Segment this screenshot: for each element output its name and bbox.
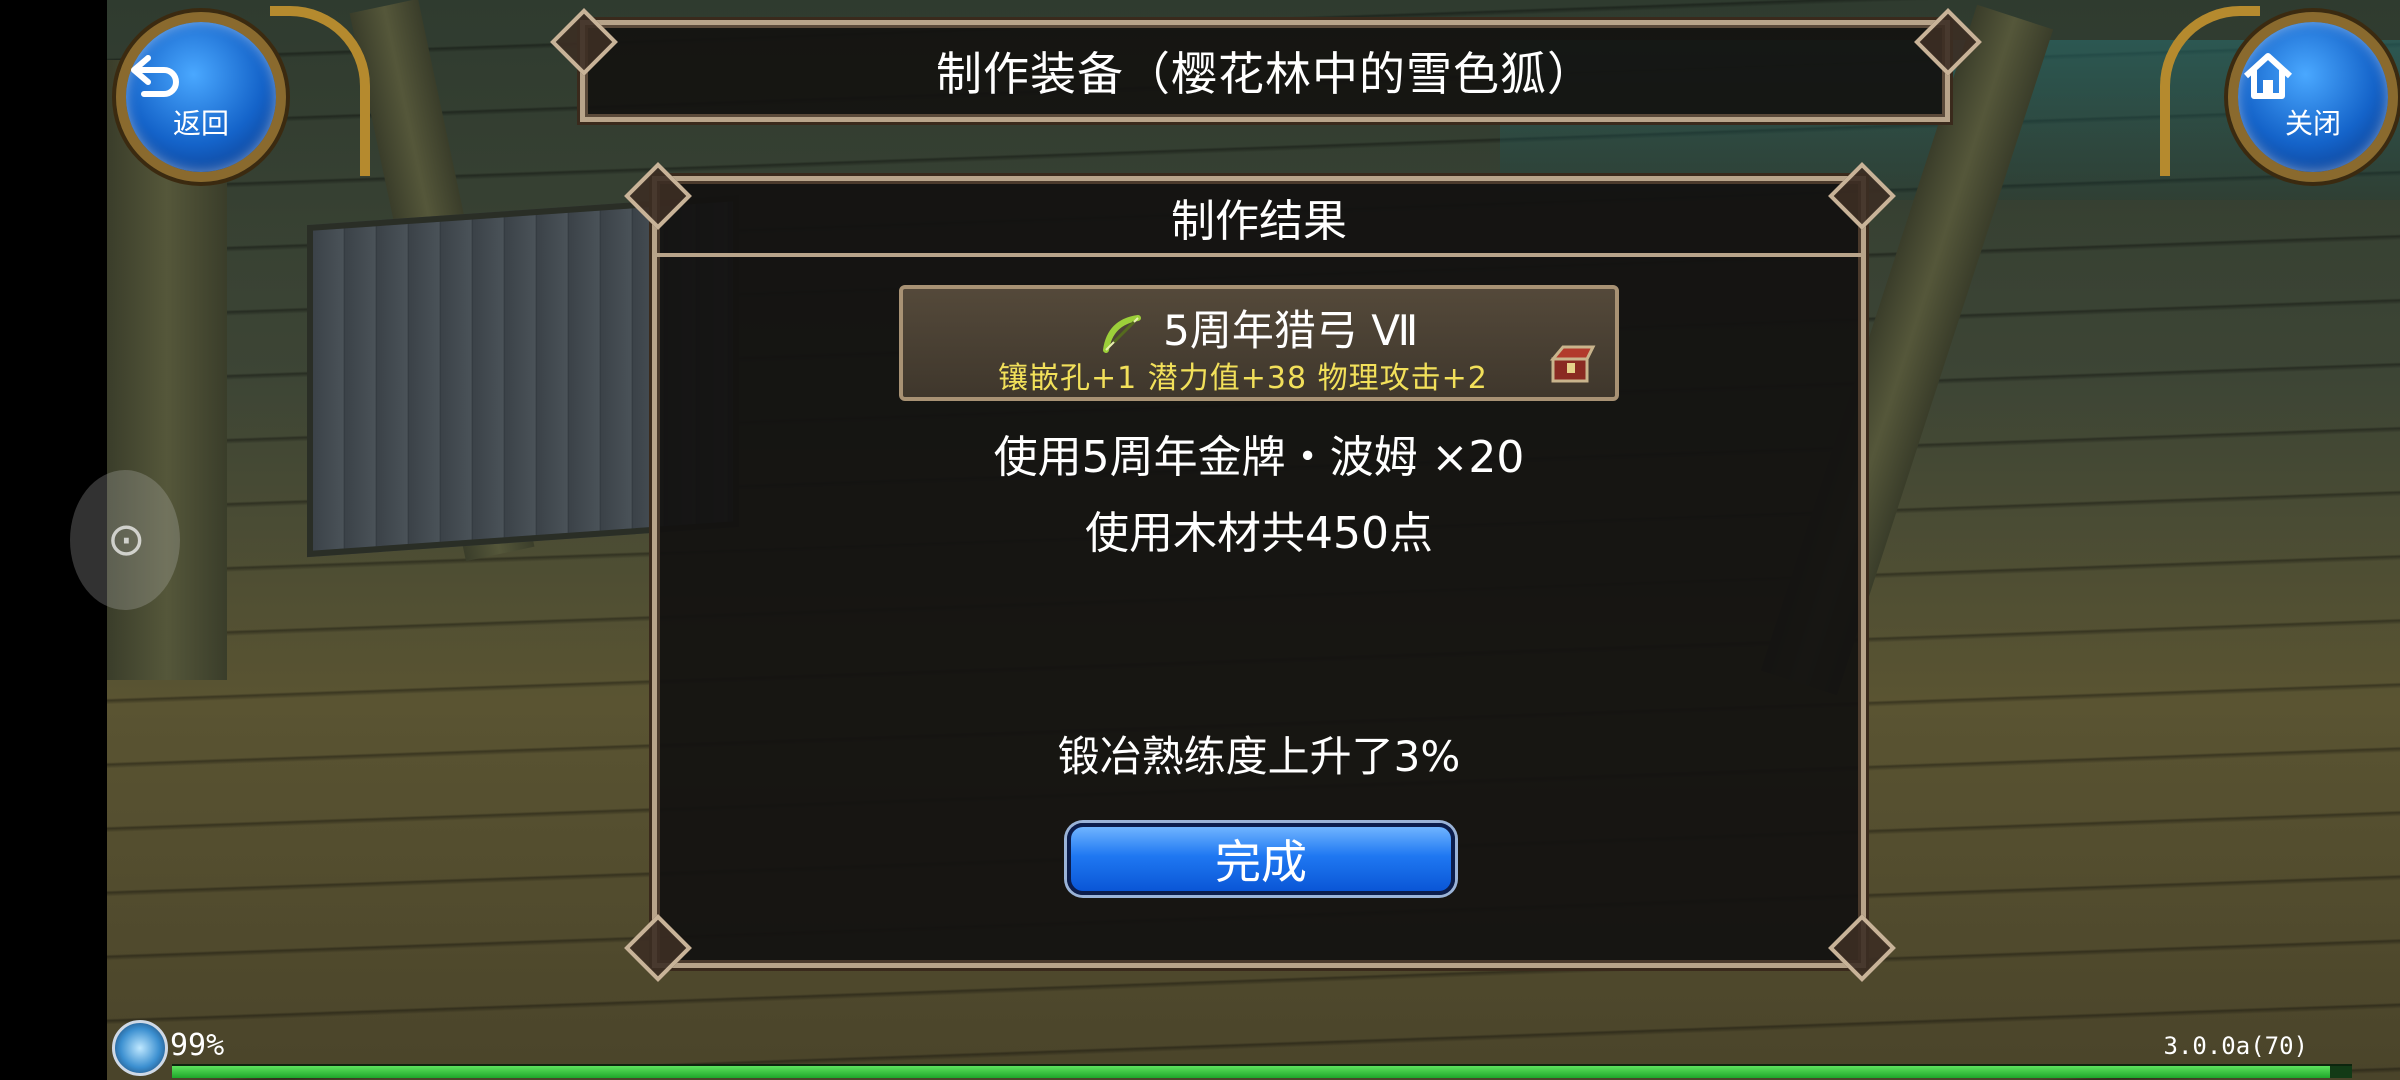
loading-progress-bar [172,1064,2352,1078]
back-button[interactable]: 返回 [116,12,286,182]
item-name: 5周年猎弓 Ⅶ [1163,306,1419,355]
crafted-item-card[interactable]: 5周年猎弓 Ⅶ 镶嵌孔+1 潜力值+38 物理攻击+2 [899,285,1619,401]
item-stats: 镶嵌孔+1 潜力值+38 物理攻击+2 [998,361,1488,396]
treasure-box-icon [1549,345,1596,383]
back-arrow-icon [131,55,179,97]
bow-icon [1102,314,1141,353]
panel-header: 制作结果 [657,181,1861,257]
network-icon [112,1020,168,1076]
version-label: 3.0.0a(70) [2163,1032,2309,1060]
close-label: 关闭 [2284,107,2341,140]
close-button[interactable]: 关闭 [2228,12,2398,182]
material-used-text: 使用5周年金牌・波姆 ×20 [993,432,1525,483]
loading-percent: 99% [170,1028,225,1063]
loading-progress-fill [172,1066,2331,1078]
done-button[interactable]: 完成 [1067,823,1455,895]
skill-increase-text: 锻冶熟练度上升了3% [1057,732,1461,781]
home-icon [2243,53,2293,99]
wood-used-text: 使用木材共450点 [1085,508,1433,559]
title-bar: 制作装备（樱花林中的雪色狐） [580,20,1950,122]
page-title: 制作装备（樱花林中的雪色狐） [936,47,1594,101]
result-panel: 制作结果 5周年猎弓 Ⅶ 镶嵌孔+1 潜力值+38 物理攻击+2 使用5周年金牌… [652,176,1866,968]
side-joystick-icon: ⊙ [107,512,146,566]
panel-title: 制作结果 [1171,196,1347,247]
item-name-row: 5周年猎弓 Ⅶ [903,297,1615,358]
back-label: 返回 [172,107,229,140]
